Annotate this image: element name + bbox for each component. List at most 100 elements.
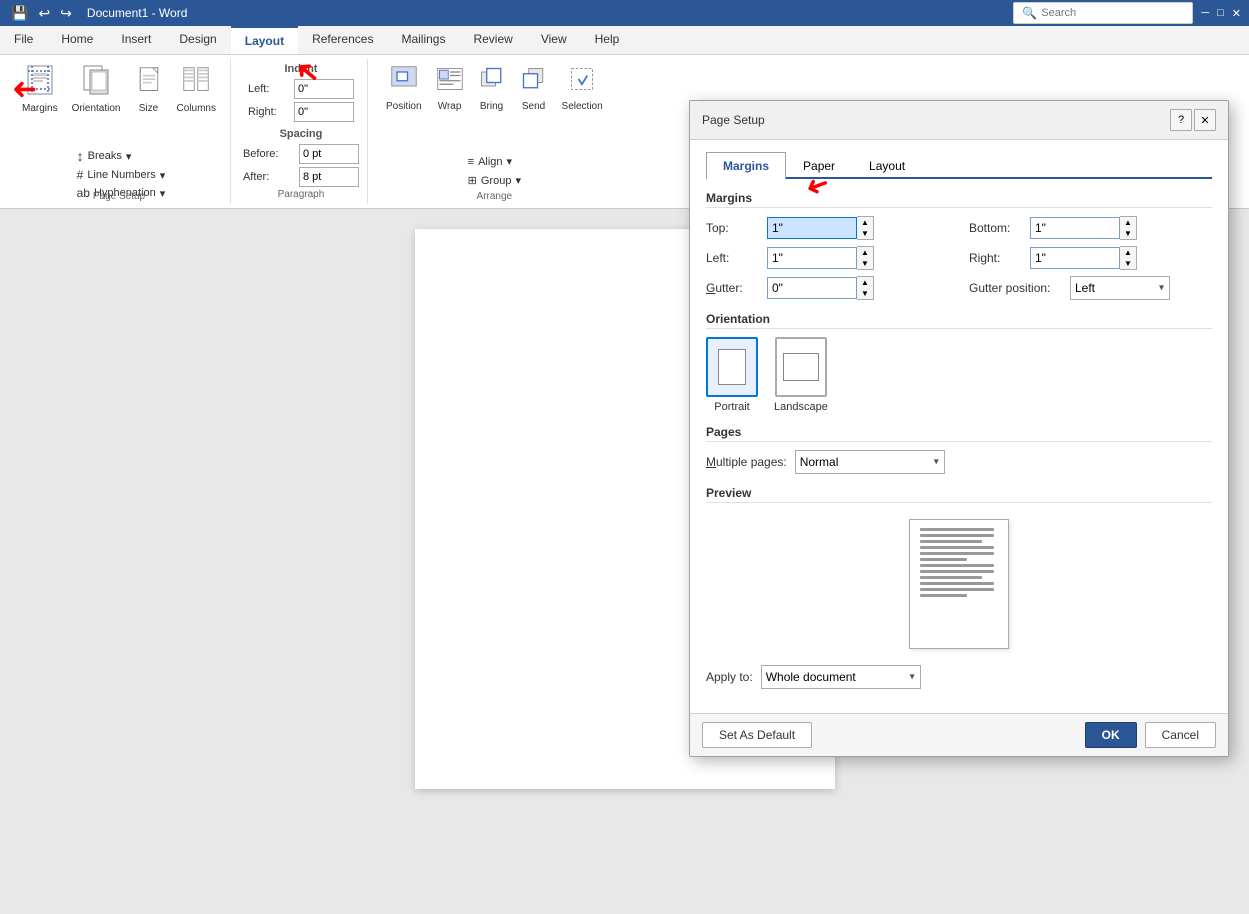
page-setup-group-label: Page Setup (8, 189, 230, 202)
left-indent-label: Left: (248, 83, 288, 95)
minimize-button[interactable]: ─ (1201, 7, 1209, 19)
apply-to-select-wrapper: Whole document This point forward (761, 665, 921, 689)
arrange-group: Position Wrap Bring (372, 59, 617, 204)
send-button[interactable]: Send (514, 61, 554, 115)
breaks-button[interactable]: ↕ Breaks ▾ (73, 146, 170, 166)
left-indent-input[interactable] (294, 79, 354, 99)
bottom-input-group: ▲ ▼ (1030, 216, 1137, 240)
top-spin-down[interactable]: ▼ (857, 228, 873, 239)
portrait-icon (718, 349, 746, 385)
margins-button[interactable]: Margins (16, 61, 64, 117)
columns-button[interactable]: Columns (171, 61, 222, 117)
columns-icon (182, 64, 210, 102)
portrait-box[interactable] (706, 337, 758, 397)
landscape-option[interactable]: Landscape (774, 337, 828, 413)
dialog-tab-paper[interactable]: Paper (786, 152, 852, 179)
gutter-position-select[interactable]: Left Top (1070, 276, 1170, 300)
top-margin-input[interactable] (767, 217, 857, 239)
dialog-help-button[interactable]: ? (1170, 109, 1192, 131)
wrap-label: Wrap (438, 101, 462, 112)
right-spin-up[interactable]: ▲ (1120, 247, 1136, 258)
tab-home[interactable]: Home (47, 26, 107, 54)
orientation-button[interactable]: Orientation (66, 61, 127, 117)
right-margin-input[interactable] (1030, 247, 1120, 269)
landscape-icon (783, 353, 819, 381)
position-button[interactable]: Position (380, 61, 428, 115)
margins-label: Margins (22, 103, 58, 114)
save-qat-button[interactable]: 💾 (8, 3, 31, 24)
redo-qat-button[interactable]: ↪ (57, 3, 75, 24)
preview-line-7 (920, 564, 994, 567)
tab-insert[interactable]: Insert (107, 26, 165, 54)
orientation-options: Portrait Landscape (706, 337, 1212, 413)
indent-label: Indent (284, 63, 317, 75)
bottom-spin-btns: ▲ ▼ (1120, 216, 1137, 240)
align-label: Align (478, 156, 502, 168)
dialog-title-bar: Page Setup ? ✕ (690, 101, 1228, 140)
tab-mailings[interactable]: Mailings (387, 26, 459, 54)
bottom-margin-input[interactable] (1030, 217, 1120, 239)
tab-review[interactable]: Review (459, 26, 526, 54)
top-input-group: ▲ ▼ (767, 216, 874, 240)
position-icon (390, 64, 418, 100)
dialog-tab-margins[interactable]: Margins (706, 152, 786, 179)
tab-design[interactable]: Design (165, 26, 230, 54)
dialog-tabs: Margins Paper Layout (706, 152, 1212, 179)
search-bar[interactable]: 🔍 (1013, 2, 1193, 24)
left-margin-label: Left: (706, 251, 761, 265)
dialog-tab-layout[interactable]: Layout (852, 152, 922, 179)
right-spin-down[interactable]: ▼ (1120, 258, 1136, 269)
breaks-dropdown-icon: ▾ (126, 150, 132, 163)
arrange-group-label: Arrange (477, 189, 513, 202)
after-spacing-input[interactable] (299, 167, 359, 187)
undo-qat-button[interactable]: ↩ (35, 3, 53, 24)
left-spin-up[interactable]: ▲ (857, 247, 873, 258)
right-indent-input[interactable] (294, 102, 354, 122)
ribbon-tabs: File Home Insert Design Layout Reference… (0, 26, 1249, 55)
line-numbers-icon: # (77, 168, 84, 182)
set-as-default-button[interactable]: Set As Default (702, 722, 812, 748)
apply-to-select[interactable]: Whole document This point forward (761, 665, 921, 689)
tab-help[interactable]: Help (581, 26, 634, 54)
line-numbers-button[interactable]: # Line Numbers ▾ (73, 166, 170, 184)
landscape-label: Landscape (774, 401, 828, 413)
ok-button[interactable]: OK (1085, 722, 1137, 748)
size-button[interactable]: Size (129, 61, 169, 117)
gutter-input[interactable] (767, 277, 857, 299)
selection-button[interactable]: Selection (556, 61, 609, 115)
gutter-spin-up[interactable]: ▲ (857, 277, 873, 288)
bottom-spin-down[interactable]: ▼ (1120, 228, 1136, 239)
close-button[interactable]: ✕ (1232, 7, 1241, 20)
top-spin-up[interactable]: ▲ (857, 217, 873, 228)
before-spacing-input[interactable] (299, 144, 359, 164)
left-spin-down[interactable]: ▼ (857, 258, 873, 269)
preview-line-6 (920, 558, 967, 561)
tab-references[interactable]: References (298, 26, 387, 54)
right-indent-label: Right: (248, 106, 288, 118)
group-button[interactable]: ⊞ Group ▾ (464, 172, 525, 189)
quick-access-toolbar: 💾 ↩ ↪ Document1 - Word 🔍 ─ □ ✕ (0, 0, 1249, 26)
tab-layout[interactable]: Layout (231, 26, 298, 54)
tab-file[interactable]: File (0, 26, 47, 54)
align-button[interactable]: ≡ Align ▾ (464, 153, 525, 170)
top-margin-row: Top: ▲ ▼ (706, 216, 949, 240)
cancel-button[interactable]: Cancel (1145, 722, 1216, 748)
tab-view[interactable]: View (527, 26, 581, 54)
bottom-spin-up[interactable]: ▲ (1120, 217, 1136, 228)
preview-line-10 (920, 582, 994, 585)
portrait-option[interactable]: Portrait (706, 337, 758, 413)
pages-section-title: Pages (706, 425, 1212, 442)
right-input-group: ▲ ▼ (1030, 246, 1137, 270)
preview-line-12 (920, 594, 967, 597)
wrap-button[interactable]: Wrap (430, 61, 470, 115)
preview-line-3 (920, 540, 982, 543)
landscape-box[interactable] (775, 337, 827, 397)
dialog-close-button[interactable]: ✕ (1194, 109, 1216, 131)
bring-button[interactable]: Bring (472, 61, 512, 115)
left-margin-input[interactable] (767, 247, 857, 269)
search-input[interactable] (1041, 7, 1161, 19)
top-label: Top: (706, 221, 761, 235)
multiple-pages-select[interactable]: Normal Mirror margins 2 pages per sheet … (795, 450, 945, 474)
gutter-spin-down[interactable]: ▼ (857, 288, 873, 299)
restore-button[interactable]: □ (1217, 7, 1224, 19)
